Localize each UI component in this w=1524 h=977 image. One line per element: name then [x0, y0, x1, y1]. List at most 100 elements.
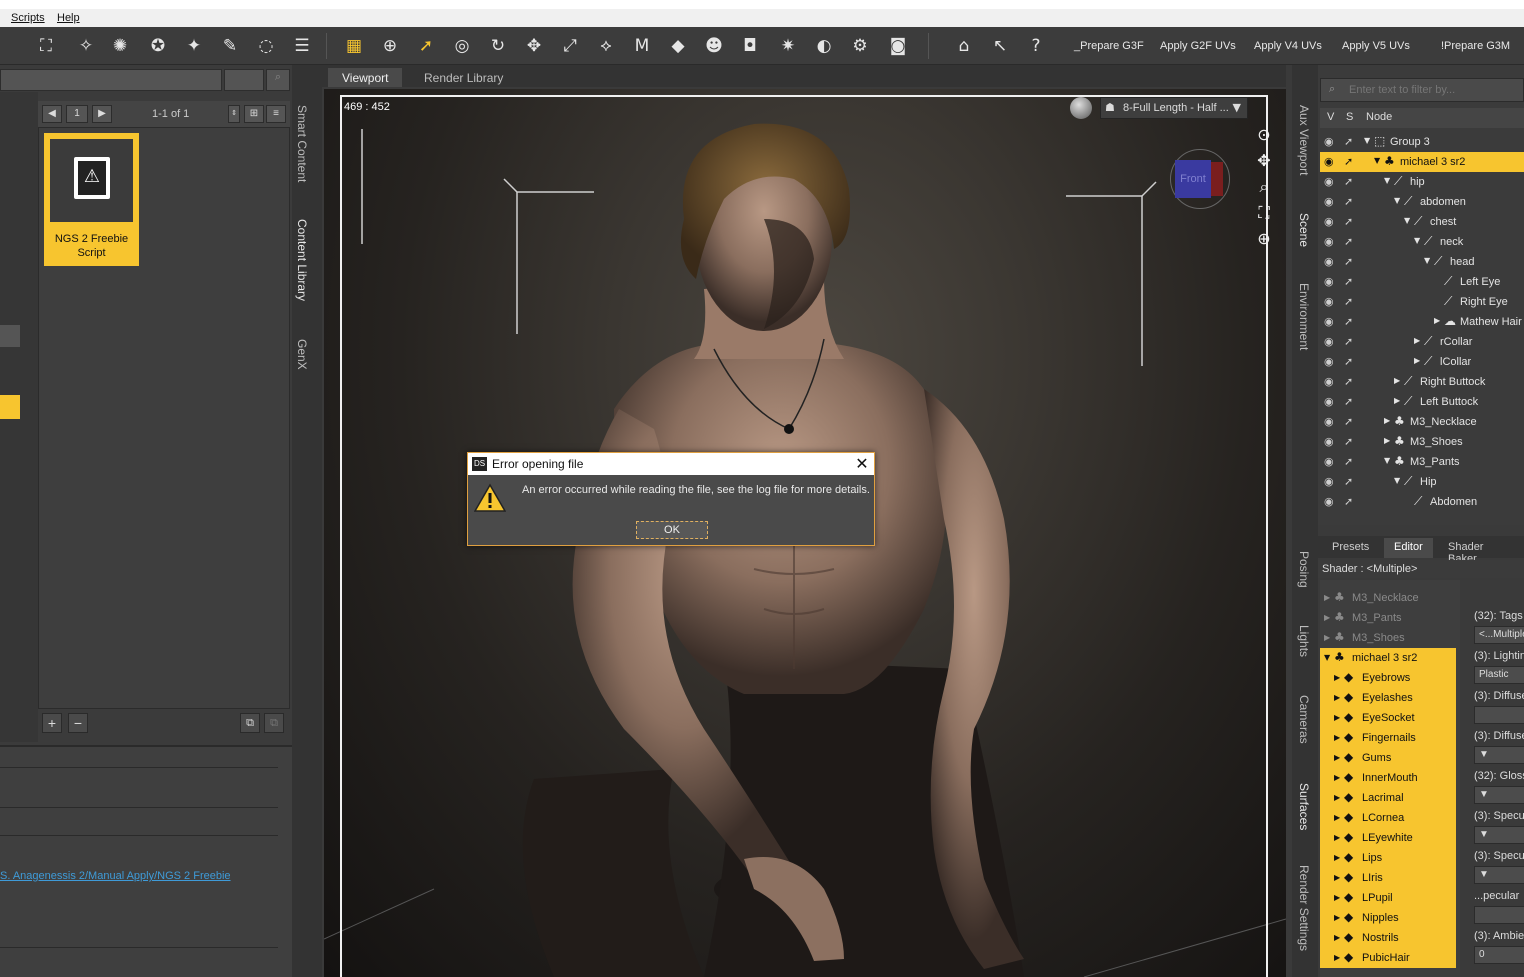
- joint-editor-icon[interactable]: ⟡: [594, 35, 618, 57]
- apply-v5-uvs-button[interactable]: Apply V5 UVs: [1342, 40, 1410, 52]
- selectable-cursor-icon[interactable]: ➚: [1344, 375, 1353, 388]
- selectable-cursor-icon[interactable]: ➚: [1344, 155, 1353, 168]
- visibility-eye-icon[interactable]: ◉: [1324, 235, 1334, 248]
- pointer-icon[interactable]: ➚: [414, 35, 438, 57]
- frame-icon[interactable]: ⛶: [1252, 203, 1276, 225]
- tab-viewport[interactable]: Viewport: [328, 68, 403, 87]
- visibility-eye-icon[interactable]: ◉: [1324, 275, 1334, 288]
- pose-tool-icon[interactable]: ☻: [702, 35, 726, 57]
- chevron-right-icon[interactable]: ▶: [1334, 893, 1340, 902]
- align-icon[interactable]: ☰: [290, 35, 314, 57]
- rotate-icon[interactable]: ↻: [486, 35, 510, 57]
- scene-node[interactable]: ◉ ➚ ▼ ⟋ hip: [1320, 172, 1524, 192]
- chevron-right-icon[interactable]: ▶: [1334, 833, 1340, 842]
- chevron-right-icon[interactable]: ▶: [1324, 633, 1330, 642]
- reset-view-icon[interactable]: ⊕: [1252, 229, 1276, 251]
- surface-item[interactable]: ▶ ◆ PubicHair: [1320, 948, 1456, 968]
- selectable-cursor-icon[interactable]: ➚: [1344, 455, 1353, 468]
- light-add-icon[interactable]: ✧: [74, 35, 98, 57]
- chevron-right-icon[interactable]: ▶: [1334, 753, 1340, 762]
- add-icon[interactable]: +: [42, 713, 62, 733]
- surface-item[interactable]: ▶ ◆ Fingernails: [1320, 728, 1456, 748]
- property-value[interactable]: 0: [1474, 946, 1524, 964]
- visibility-eye-icon[interactable]: ◉: [1324, 215, 1334, 228]
- surface-item[interactable]: ▼ ♣ michael 3 sr2: [1320, 648, 1456, 668]
- camera-selector[interactable]: ☗ 8-Full Length - Half ... ▼: [1100, 97, 1248, 119]
- surface-item[interactable]: ▶ ◆ Eyebrows: [1320, 668, 1456, 688]
- tab-smart-content[interactable]: Smart Content: [295, 105, 309, 182]
- scene-filter[interactable]: ⌕: [1320, 78, 1524, 102]
- apply-v4-uvs-button[interactable]: Apply V4 UVs: [1254, 40, 1322, 52]
- visibility-eye-icon[interactable]: ◉: [1324, 355, 1334, 368]
- chevron-right-icon[interactable]: ▶: [1394, 376, 1400, 385]
- surface-item[interactable]: ▶ ◆ LPupil: [1320, 888, 1456, 908]
- menu-scripts[interactable]: Scripts: [11, 12, 45, 24]
- whats-this-icon[interactable]: ↖: [988, 35, 1012, 57]
- chevron-right-icon[interactable]: ▶: [1334, 673, 1340, 682]
- visibility-eye-icon[interactable]: ◉: [1324, 155, 1334, 168]
- tool-icon[interactable]: ✎: [218, 35, 242, 57]
- render-camera-icon[interactable]: ◙: [886, 35, 910, 57]
- scene-filter-input[interactable]: [1349, 82, 1519, 98]
- visibility-eye-icon[interactable]: ◉: [1324, 195, 1334, 208]
- view-cube-front[interactable]: Front: [1175, 160, 1211, 198]
- view-cube[interactable]: Front: [1170, 149, 1230, 209]
- scale-icon[interactable]: ⤢: [558, 35, 582, 57]
- scene-node[interactable]: ◉ ➚ ⟋ Right Eye: [1320, 292, 1524, 312]
- tab-cameras[interactable]: Cameras: [1297, 695, 1311, 744]
- surface-item[interactable]: ▶ ◆ Eyelashes: [1320, 688, 1456, 708]
- surface-item[interactable]: ▶ ◆ LCornea: [1320, 808, 1456, 828]
- chevron-right-icon[interactable]: ▶: [1414, 356, 1420, 365]
- chevron-right-icon[interactable]: ▶: [1334, 813, 1340, 822]
- scene-node[interactable]: ◉ ➚ ▼ ⟋ neck: [1320, 232, 1524, 252]
- chevron-right-icon[interactable]: ▶: [1384, 436, 1390, 445]
- remove-icon[interactable]: −: [68, 713, 88, 733]
- pan-icon[interactable]: ✥: [1252, 151, 1276, 173]
- menu-help[interactable]: Help: [57, 12, 80, 24]
- property-value[interactable]: ▼: [1474, 786, 1524, 804]
- selectable-cursor-icon[interactable]: ➚: [1344, 195, 1353, 208]
- folder-item-selected[interactable]: [0, 395, 20, 419]
- close-icon[interactable]: ✕: [850, 453, 874, 475]
- content-path-link[interactable]: S. Anagenessis 2/Manual Apply/NGS 2 Free…: [0, 870, 231, 882]
- chevron-right-icon[interactable]: ▶: [1334, 693, 1340, 702]
- scene-node[interactable]: ◉ ➚ ▼ ⬚ Group 3: [1320, 132, 1524, 152]
- paste-icon[interactable]: ⧉: [264, 713, 284, 733]
- chevron-right-icon[interactable]: ▶: [1414, 336, 1420, 345]
- render-settings-icon[interactable]: ⚙: [848, 35, 872, 57]
- tab-editor[interactable]: Editor: [1384, 538, 1433, 558]
- chevron-down-icon[interactable]: ▼: [1374, 156, 1380, 165]
- point-light-icon[interactable]: ✪: [146, 35, 170, 57]
- selectable-cursor-icon[interactable]: ➚: [1344, 295, 1353, 308]
- selectable-cursor-icon[interactable]: ➚: [1344, 315, 1353, 328]
- scene-node[interactable]: ◉ ➚ ▶ ♣ M3_Shoes: [1320, 432, 1524, 452]
- ok-button[interactable]: OK: [636, 521, 708, 539]
- chevron-right-icon[interactable]: ▶: [1434, 316, 1440, 325]
- node-select-icon[interactable]: ◌: [254, 35, 278, 57]
- chevron-down-icon[interactable]: ▼: [1424, 256, 1430, 265]
- content-dropdown-2[interactable]: [224, 69, 264, 91]
- tab-environment[interactable]: Environment: [1297, 283, 1311, 350]
- property-value[interactable]: <...Multiple: [1474, 626, 1524, 644]
- scene-node[interactable]: ◉ ➚ ▶ ☁ Mathew Hair: [1320, 312, 1524, 332]
- visibility-eye-icon[interactable]: ◉: [1324, 295, 1334, 308]
- chevron-right-icon[interactable]: ▶: [1384, 416, 1390, 425]
- selectable-cursor-icon[interactable]: ➚: [1344, 175, 1353, 188]
- copy-icon[interactable]: ⧉: [240, 713, 260, 733]
- node-weight-icon[interactable]: ◎: [450, 35, 474, 57]
- surface-item[interactable]: ▶ ◆ InnerMouth: [1320, 768, 1456, 788]
- list-view-icon[interactable]: ≡: [266, 105, 286, 123]
- content-tile[interactable]: ⚠ NGS 2 Freebie Script: [44, 133, 139, 266]
- chevron-down-icon[interactable]: ▼: [1364, 136, 1370, 145]
- spot-light-icon[interactable]: ✺: [108, 35, 132, 57]
- zoom-icon[interactable]: ⌕: [1252, 177, 1276, 199]
- chevron-right-icon[interactable]: ▶: [1334, 713, 1340, 722]
- scene-node[interactable]: ◉ ➚ ▼ ♣ michael 3 sr2: [1320, 152, 1524, 172]
- tab-surfaces[interactable]: Surfaces: [1297, 783, 1311, 830]
- selectable-cursor-icon[interactable]: ➚: [1344, 135, 1353, 148]
- content-dropdown[interactable]: [0, 69, 222, 91]
- selectable-cursor-icon[interactable]: ➚: [1344, 435, 1353, 448]
- col-node[interactable]: Node: [1366, 111, 1392, 123]
- page-number[interactable]: 1: [66, 105, 88, 123]
- chevron-down-icon[interactable]: ▼: [1394, 476, 1400, 485]
